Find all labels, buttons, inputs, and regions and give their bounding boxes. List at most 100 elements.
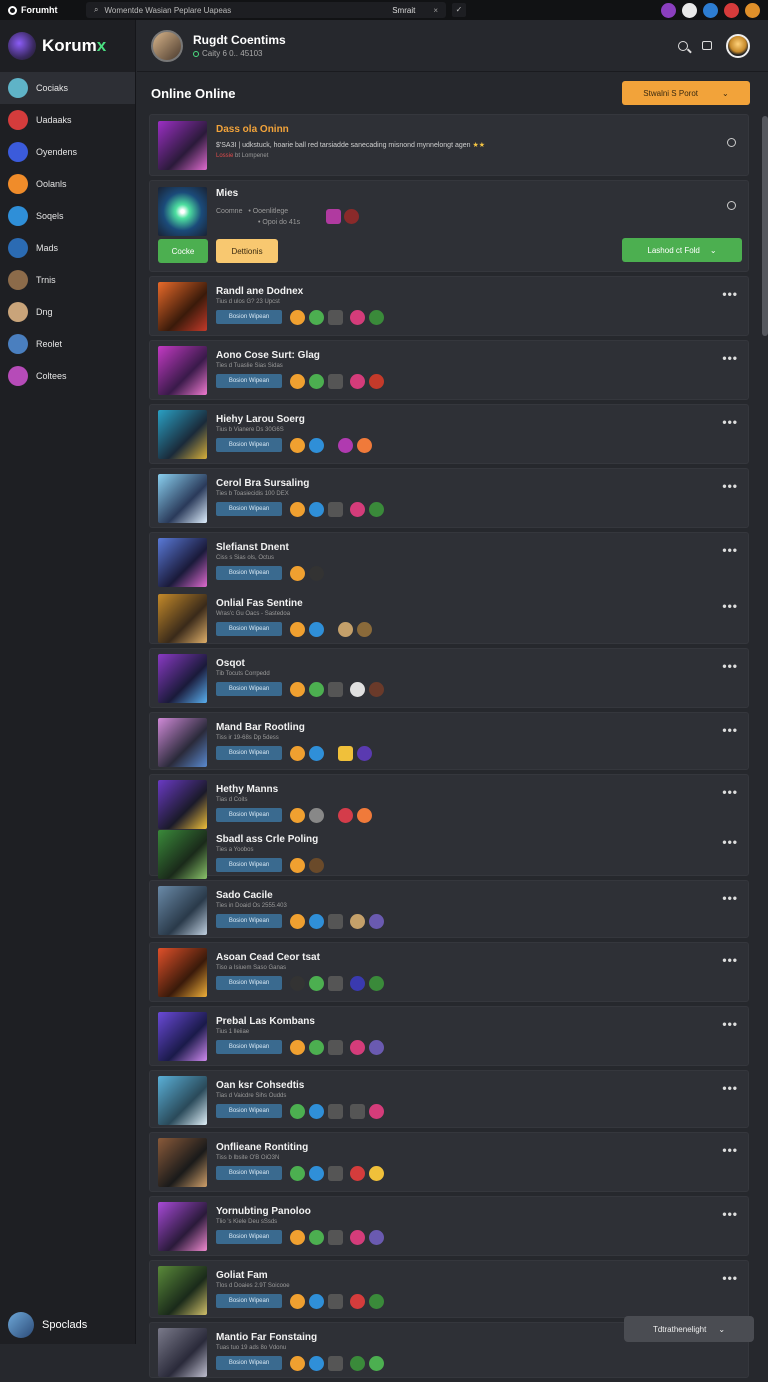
- footer-avatar: [8, 1312, 34, 1338]
- search-icon[interactable]: [678, 40, 688, 51]
- clear-search-icon[interactable]: ×: [433, 6, 438, 15]
- post-card[interactable]: Yornubting Panoloo Tlio 's Kiele Deu sSsd…: [149, 1196, 749, 1256]
- post-subtitle: Tius 1 lleiiae: [216, 1029, 250, 1035]
- post-tag-chip[interactable]: Bosion Wipean: [216, 858, 282, 872]
- brand[interactable]: Korumx: [0, 20, 135, 72]
- profile-icon[interactable]: [661, 2, 676, 18]
- bottom-dropdown[interactable]: Tdtrathenelight ⌄: [624, 1316, 754, 1342]
- sidebar-item[interactable]: Oyendens: [0, 136, 135, 168]
- more-options-icon[interactable]: •••: [722, 785, 738, 799]
- sidebar-item[interactable]: Mads: [0, 232, 135, 264]
- post-tag-chip[interactable]: Bosion Wipean: [216, 1104, 282, 1118]
- post-tag-chip[interactable]: Bosion Wipean: [216, 502, 282, 516]
- post-tag-chip[interactable]: Bosion Wipean: [216, 622, 282, 636]
- more-options-icon[interactable]: •••: [722, 891, 738, 905]
- more-options-icon[interactable]: •••: [722, 543, 738, 557]
- post-card[interactable]: Slefianst Dnent Ciss s Sias ols, Octus Bos…: [149, 532, 749, 644]
- game-icon: [338, 622, 353, 637]
- post-card[interactable]: Hethy Manns Tias d Coits Bosion Wipean ••• S…: [149, 774, 749, 879]
- select-radio[interactable]: [727, 138, 736, 147]
- post-tag-chip[interactable]: Bosion Wipean: [216, 1294, 282, 1308]
- user-avatar-icon[interactable]: [745, 2, 760, 18]
- more-options-icon[interactable]: •••: [722, 659, 738, 673]
- post-card[interactable]: Cerol Bra Sursaling Ties b Toasiecidis 10…: [149, 468, 749, 528]
- post-tag-chip[interactable]: Bosion Wipean: [216, 808, 282, 822]
- post-title: Sbadl ass Crle Poling: [216, 834, 319, 845]
- sidebar-item[interactable]: Reolet: [0, 328, 135, 360]
- post-card[interactable]: Goliat Fam Tlos d Doaies 2.9T Soicooe Bosi…: [149, 1260, 749, 1318]
- more-options-icon[interactable]: •••: [722, 1271, 738, 1285]
- game-icon: [328, 1040, 343, 1055]
- sidebar-footer[interactable]: Spoclads: [0, 1306, 136, 1344]
- post-card[interactable]: Oan ksr Cohsedtis Tias d Vaicdre Sihs Oud…: [149, 1070, 749, 1128]
- sidebar-item[interactable]: Soqels: [0, 200, 135, 232]
- more-options-icon[interactable]: •••: [722, 415, 738, 429]
- lashod-button[interactable]: Lashod ct Fold ⌄: [622, 238, 742, 262]
- app-logo[interactable]: Forumht: [0, 5, 82, 15]
- sidebar-item[interactable]: Trnis: [0, 264, 135, 296]
- dettionis-button[interactable]: Dettionis: [216, 239, 278, 263]
- post-card[interactable]: Prebal Las Kombans Tius 1 lleiiae Bosion W…: [149, 1006, 749, 1066]
- cocke-button[interactable]: Cocke: [158, 239, 208, 263]
- post-card[interactable]: Aono Cose Surt: Glag Ties d Tuaslie Sias …: [149, 340, 749, 400]
- featured-card[interactable]: Dass ola Oninn $'SA3I | udkstuck, hoarie…: [149, 114, 749, 176]
- sort-dropdown[interactable]: Stwalni S Porot ⌄: [622, 81, 750, 105]
- more-options-icon[interactable]: •••: [722, 1017, 738, 1031]
- post-card[interactable]: Randl ane Dodnex Tius d ulos G? 23 Upcst B…: [149, 276, 749, 336]
- post-tag-chip[interactable]: Bosion Wipean: [216, 1040, 282, 1054]
- more-options-icon[interactable]: •••: [722, 287, 738, 301]
- post-title: Mantio Far Fonstaing: [216, 1332, 318, 1343]
- post-tag-chip[interactable]: Bosion Wipean: [216, 438, 282, 452]
- sidebar-item[interactable]: Cociaks: [0, 72, 135, 104]
- more-options-icon[interactable]: •••: [722, 835, 738, 849]
- more-options-icon[interactable]: •••: [722, 351, 738, 365]
- search-scope-select[interactable]: Smrait: [392, 6, 415, 15]
- featured-description: $'SA3I | udkstuck, hoarie ball red tarsi…: [216, 142, 486, 149]
- user-avatar[interactable]: [726, 33, 750, 58]
- scrollbar[interactable]: [762, 116, 768, 336]
- post-tag-chip[interactable]: Bosion Wipean: [216, 566, 282, 580]
- post-card[interactable]: Mand Bar Rootling Tiss ir 19-68s Dp 5dess…: [149, 712, 749, 770]
- post-card[interactable]: Osqot Tib Tocuts Corrpedd Bosion Wipean •••: [149, 648, 749, 708]
- post-card[interactable]: Sado Cacile Ties in Doaid Os 2555.403 Bosi…: [149, 880, 749, 938]
- more-options-icon[interactable]: •••: [722, 1143, 738, 1157]
- sidebar-item[interactable]: Dng: [0, 296, 135, 328]
- select-radio[interactable]: [727, 201, 736, 210]
- window-icon[interactable]: [702, 41, 712, 50]
- post-tag-chip[interactable]: Bosion Wipean: [216, 1356, 282, 1370]
- post-tag-chip[interactable]: Bosion Wipean: [216, 682, 282, 696]
- post-tag-chip[interactable]: Bosion Wipean: [216, 374, 282, 388]
- more-options-icon[interactable]: •••: [722, 1207, 738, 1221]
- game-icon: [309, 1166, 324, 1181]
- sidebar-item-icon: [8, 238, 28, 258]
- more-options-icon[interactable]: •••: [722, 723, 738, 737]
- post-card[interactable]: Asoan Cead Ceor tsat Tiso a Isiuem Saso G…: [149, 942, 749, 1002]
- confirm-icon[interactable]: ✓: [452, 3, 466, 17]
- post-tag-chip[interactable]: Bosion Wipean: [216, 914, 282, 928]
- post-thumbnail: [158, 1138, 207, 1187]
- more-options-icon[interactable]: •••: [722, 1081, 738, 1095]
- sidebar-item[interactable]: Uadaaks: [0, 104, 135, 136]
- post-thumbnail: [158, 1012, 207, 1061]
- sidebar-item-icon: [8, 78, 28, 98]
- more-options-icon[interactable]: •••: [722, 953, 738, 967]
- featured-card[interactable]: Mies Coomne • Ooenlitlege • Opoi do 41s …: [149, 180, 749, 272]
- controller-icon[interactable]: [682, 2, 697, 18]
- channel-avatar[interactable]: [151, 29, 183, 62]
- post-card[interactable]: Hiehy Larou Soerg Tius b Vianere Ds 30G6S…: [149, 404, 749, 464]
- post-tag-chip[interactable]: Bosion Wipean: [216, 310, 282, 324]
- alert-icon[interactable]: [724, 2, 739, 18]
- post-tag-chip[interactable]: Bosion Wipean: [216, 976, 282, 990]
- game-icon: [369, 310, 384, 325]
- post-tag-chip[interactable]: Bosion Wipean: [216, 746, 282, 760]
- notification-icon[interactable]: [703, 2, 718, 18]
- more-options-icon[interactable]: •••: [722, 479, 738, 493]
- post-tag-chip[interactable]: Bosion Wipean: [216, 1166, 282, 1180]
- post-card[interactable]: Onflieane Rontiting Tiss b Ibsite O'B OiO…: [149, 1132, 749, 1192]
- game-icon: [344, 209, 359, 224]
- sidebar-item[interactable]: Coltees: [0, 360, 135, 392]
- global-search-bar[interactable]: ⌕ Womentde Wasian Peplare Uapeas Smrait …: [86, 2, 446, 18]
- more-options-icon[interactable]: •••: [722, 599, 738, 613]
- post-tag-chip[interactable]: Bosion Wipean: [216, 1230, 282, 1244]
- sidebar-item[interactable]: Oolanls: [0, 168, 135, 200]
